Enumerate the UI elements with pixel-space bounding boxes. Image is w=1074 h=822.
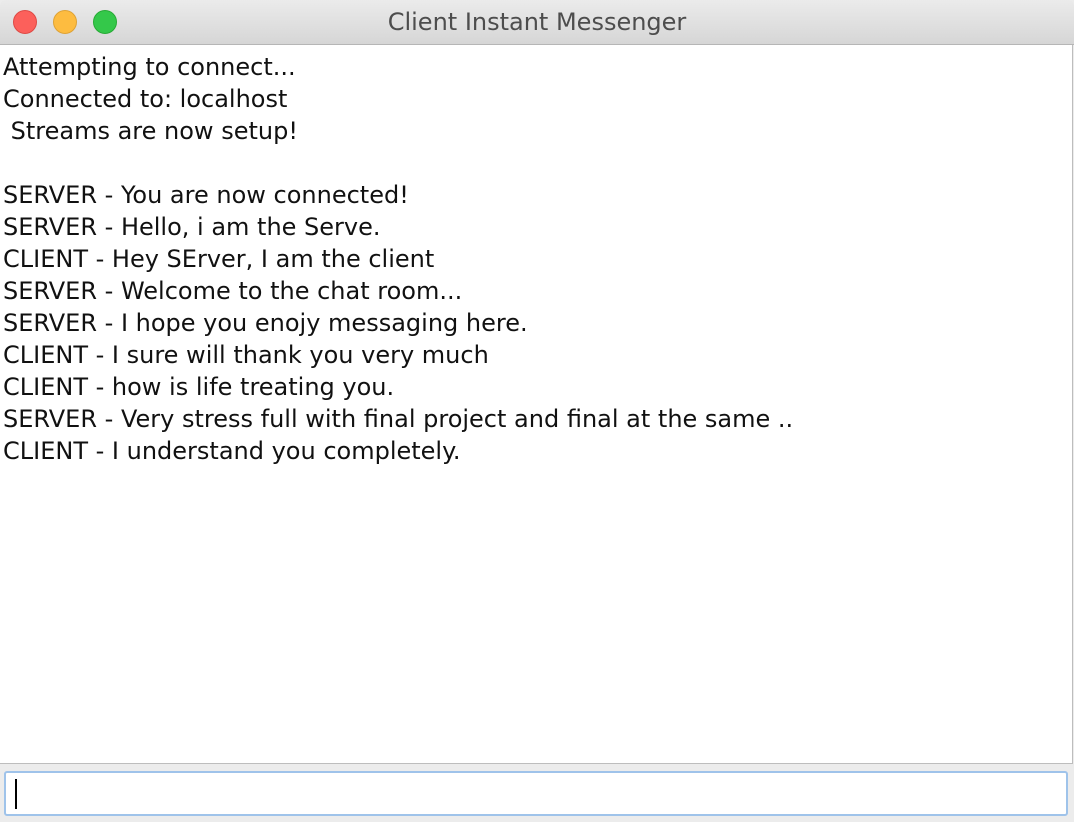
chat-line: Connected to: localhost (3, 85, 288, 113)
text-cursor (15, 779, 17, 809)
chat-line: SERVER - You are now connected! (3, 181, 409, 209)
message-input-container[interactable] (4, 771, 1068, 816)
app-window: Client Instant Messenger Attempting to c… (0, 0, 1074, 822)
message-input[interactable] (6, 773, 1066, 814)
window-title: Client Instant Messenger (387, 8, 687, 36)
chat-line: CLIENT - how is life treating you. (3, 373, 395, 401)
chat-line: Streams are now setup! (3, 117, 298, 145)
chat-line: CLIENT - Hey SErver, I am the client (3, 245, 435, 273)
chat-line: SERVER - Very stress full with final pro… (3, 405, 794, 433)
title-bar[interactable]: Client Instant Messenger (0, 0, 1074, 45)
chat-line: Attempting to connect... (3, 53, 296, 81)
chat-line: SERVER - Welcome to the chat room... (3, 277, 463, 305)
chat-display[interactable]: Attempting to connect... Connected to: l… (0, 45, 1073, 764)
chat-line: SERVER - Hello, i am the Serve. (3, 213, 381, 241)
chat-line: CLIENT - I sure will thank you very much (3, 341, 489, 369)
chat-line: SERVER - I hope you enojy messaging here… (3, 309, 528, 337)
chat-line: CLIENT - I understand you completely. (3, 437, 461, 465)
chat-line (3, 147, 1072, 179)
